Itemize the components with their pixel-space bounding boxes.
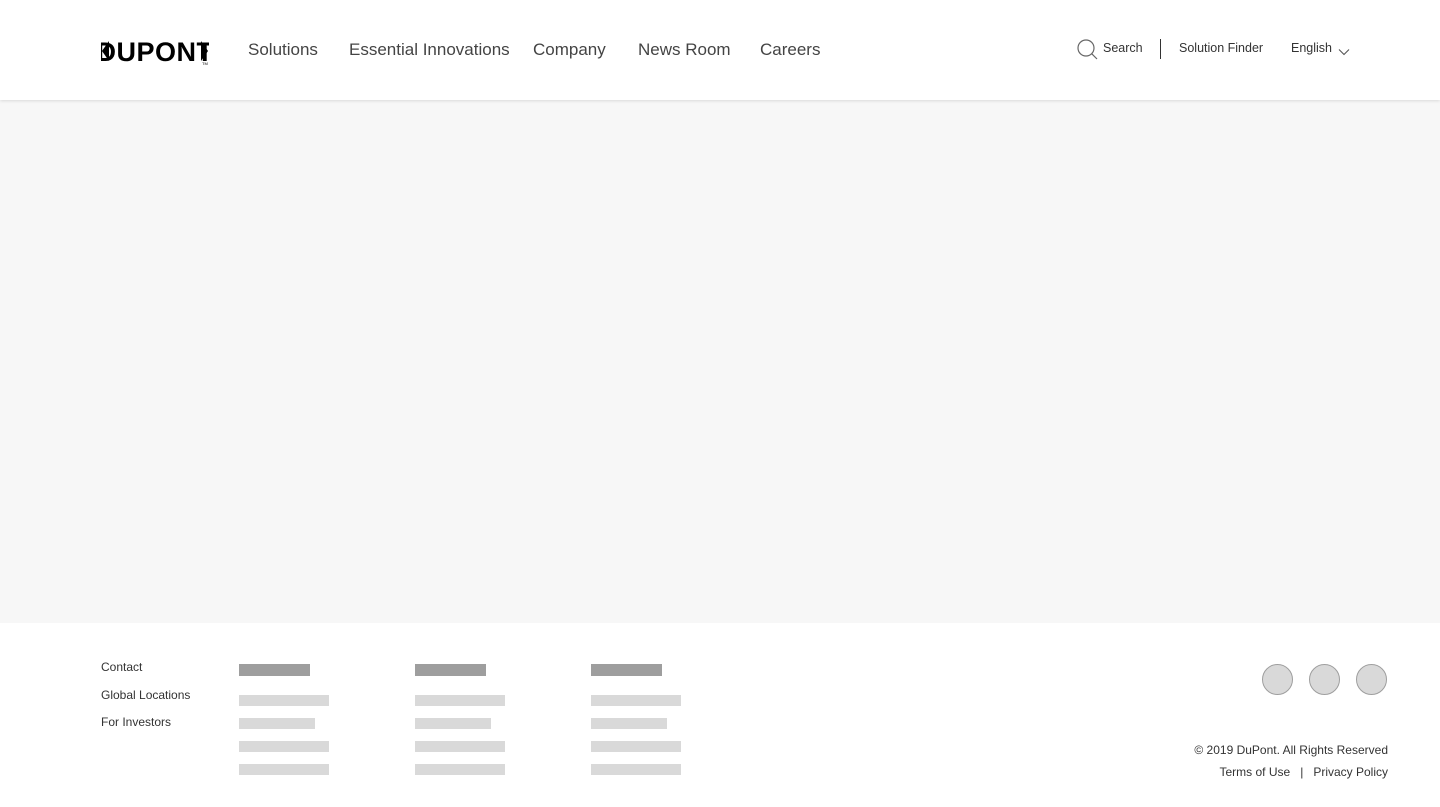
nav-solutions[interactable]: Solutions <box>248 40 318 60</box>
footer-link-placeholder <box>591 695 681 706</box>
social-icon[interactable] <box>1356 664 1387 695</box>
footer-column-heading-placeholder <box>415 664 486 676</box>
search-label: Search <box>1103 41 1143 55</box>
nav-company[interactable]: Company <box>533 40 606 60</box>
footer-link-placeholder <box>239 718 315 729</box>
footer-link-placeholder <box>415 741 505 752</box>
chevron-down-icon <box>1338 45 1350 55</box>
svg-text:TM: TM <box>202 61 208 66</box>
footer-link-for-investors[interactable]: For Investors <box>101 715 171 729</box>
dupont-logo[interactable]: DUPONT TM <box>101 35 209 67</box>
copyright-text: © 2019 DuPont. All Rights Reserved <box>1194 743 1388 757</box>
footer-column-heading-placeholder <box>591 664 662 676</box>
footer-link-placeholder <box>591 741 681 752</box>
legal-separator: | <box>1300 765 1304 779</box>
main-content-area <box>0 100 1440 623</box>
footer-link-global-locations[interactable]: Global Locations <box>101 688 190 702</box>
footer-link-placeholder <box>239 764 329 775</box>
terms-of-use-link[interactable]: Terms of Use <box>1220 765 1291 779</box>
social-icon[interactable] <box>1262 664 1293 695</box>
header-divider <box>1160 39 1161 59</box>
nav-essential-innovations[interactable]: Essential Innovations <box>349 40 510 60</box>
solution-finder-link[interactable]: Solution Finder <box>1179 41 1263 55</box>
footer-link-placeholder <box>591 764 681 775</box>
privacy-policy-link[interactable]: Privacy Policy <box>1313 765 1388 779</box>
footer-link-placeholder <box>239 695 329 706</box>
footer-link-placeholder <box>591 718 667 729</box>
nav-news-room[interactable]: News Room <box>638 40 731 60</box>
footer-link-placeholder <box>415 718 491 729</box>
footer-link-placeholder <box>415 764 505 775</box>
dupont-logo-mark: DUPONT TM <box>101 37 209 67</box>
social-icon[interactable] <box>1309 664 1340 695</box>
language-selector[interactable]: English <box>1291 41 1350 55</box>
footer-column-heading-placeholder <box>239 664 310 676</box>
site-header: DUPONT TM Solutions Essential Innovation… <box>0 0 1440 100</box>
legal-links: Terms of Use | Privacy Policy <box>1220 765 1389 779</box>
language-label: English <box>1291 41 1332 55</box>
search-icon <box>1076 38 1098 60</box>
footer-link-placeholder <box>239 741 329 752</box>
footer-link-placeholder <box>415 695 505 706</box>
logo-text: DUPONT <box>101 37 209 67</box>
site-footer: Contact Global Locations For Investors ©… <box>0 623 1440 807</box>
footer-link-contact[interactable]: Contact <box>101 660 142 674</box>
nav-careers[interactable]: Careers <box>760 40 820 60</box>
